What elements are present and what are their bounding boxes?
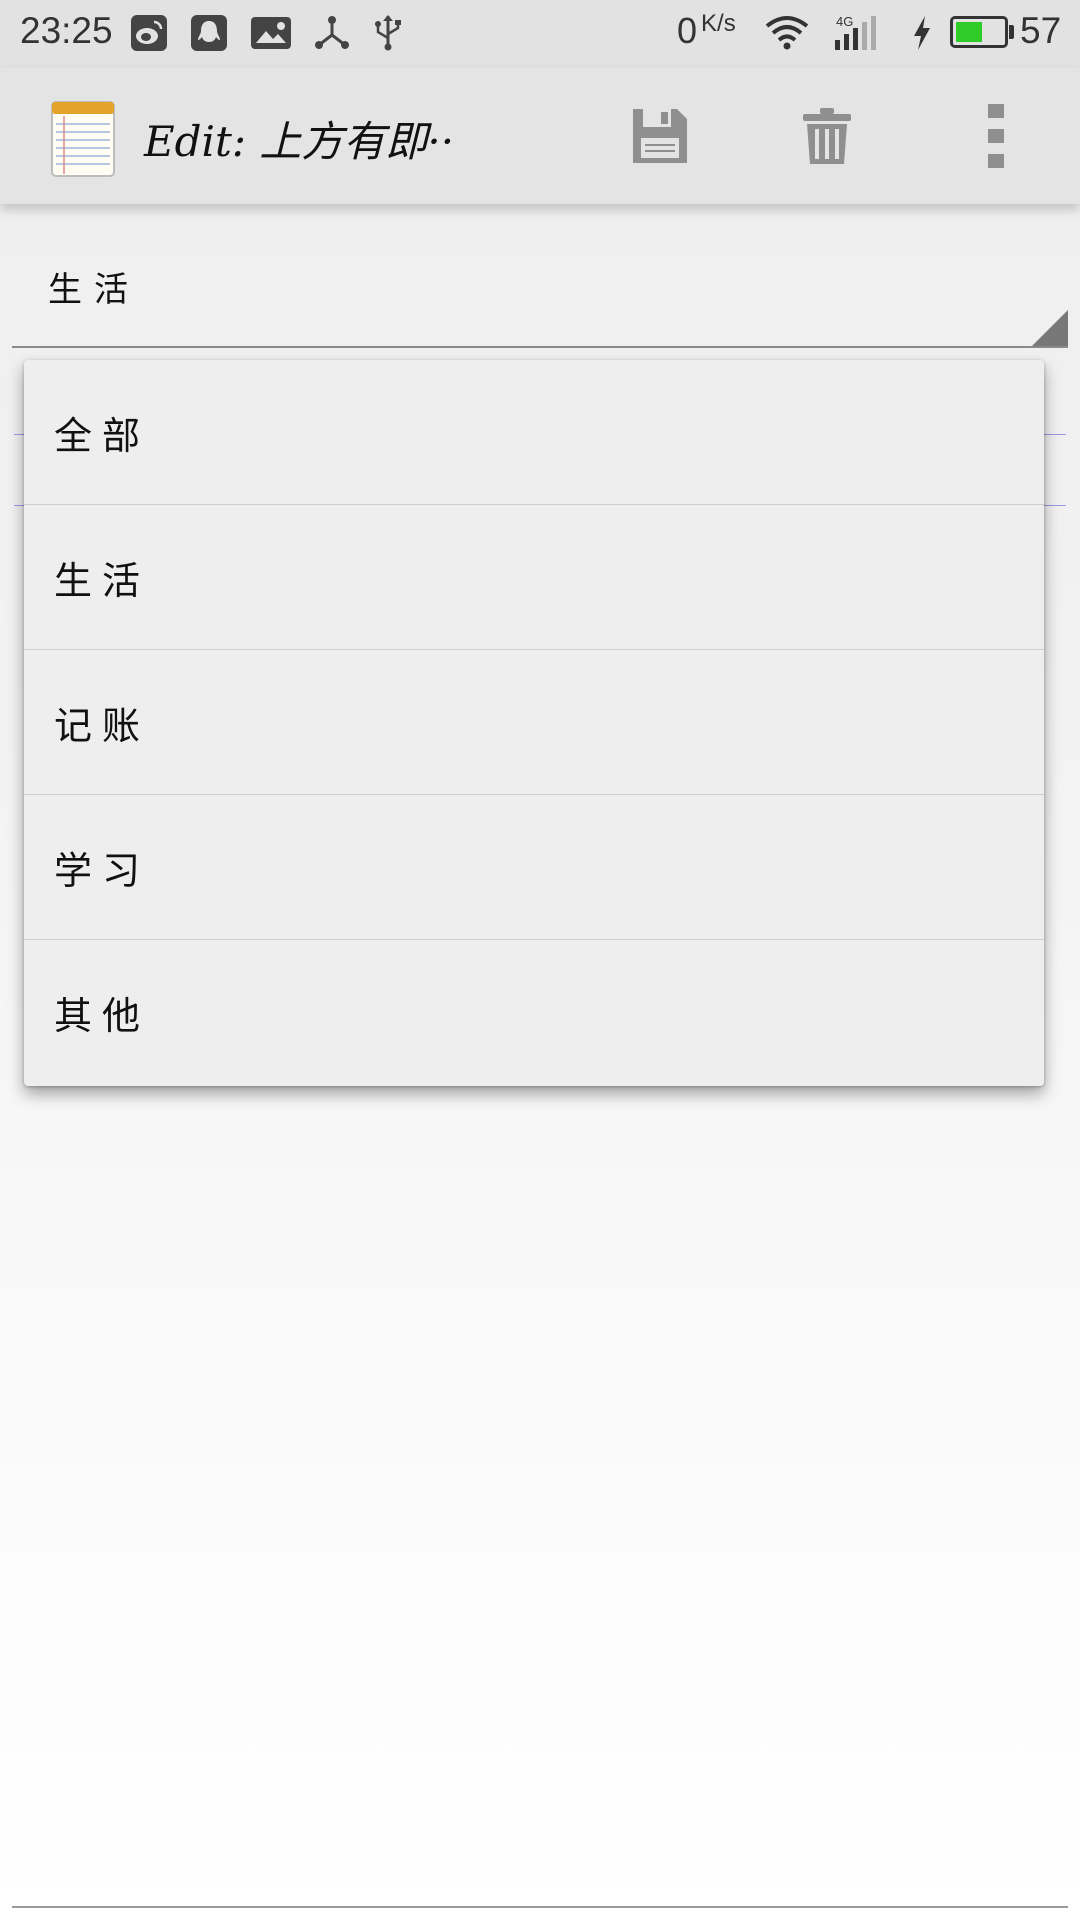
delete-icon — [803, 108, 851, 164]
charging-icon — [910, 14, 934, 52]
save-button[interactable] — [620, 96, 700, 176]
wifi-icon — [764, 14, 810, 52]
editor-bottom-line — [12, 1906, 1068, 1908]
dropdown-item-study[interactable]: 学习 — [24, 795, 1044, 940]
dropdown-item-life[interactable]: 生活 — [24, 505, 1044, 650]
overflow-menu-button[interactable] — [956, 96, 1036, 176]
battery-icon — [950, 16, 1008, 48]
dropdown-item-other[interactable]: 其他 — [24, 940, 1044, 1085]
category-spinner[interactable]: 生活 — [12, 220, 1068, 348]
battery-level-fill — [956, 22, 982, 42]
signal-icon — [834, 14, 884, 52]
net-speed-unit: K/s — [701, 10, 736, 37]
action-bar: Edit: 上方有即·· — [0, 68, 1080, 204]
spinner-arrow-icon — [1032, 310, 1068, 346]
share-icon — [313, 14, 351, 52]
usb-icon — [369, 14, 407, 52]
delete-button[interactable] — [787, 96, 867, 176]
qq-icon — [190, 14, 228, 52]
page-title: Edit: 上方有即·· — [144, 117, 455, 166]
save-icon — [633, 109, 687, 163]
gallery-icon — [250, 14, 292, 52]
battery-percent: 57 — [1020, 10, 1062, 51]
net-speed-value: 0 — [677, 10, 698, 51]
weibo-icon — [130, 14, 168, 52]
spinner-selected-value: 生活 — [48, 270, 140, 310]
overflow-menu-icon — [988, 104, 1004, 168]
dropdown-item-all[interactable]: 全部 — [24, 360, 1044, 505]
status-bar: 23:25 0 K/s 4G 57 — [0, 0, 1080, 68]
category-dropdown: 全部 生活 记账 学习 其他 — [24, 360, 1044, 1086]
battery-cap — [1009, 25, 1014, 39]
status-time: 23:25 — [20, 10, 113, 51]
dropdown-item-accounting[interactable]: 记账 — [24, 650, 1044, 795]
notepad-icon[interactable] — [50, 98, 116, 178]
net-speed: 0 K/s — [677, 10, 736, 52]
